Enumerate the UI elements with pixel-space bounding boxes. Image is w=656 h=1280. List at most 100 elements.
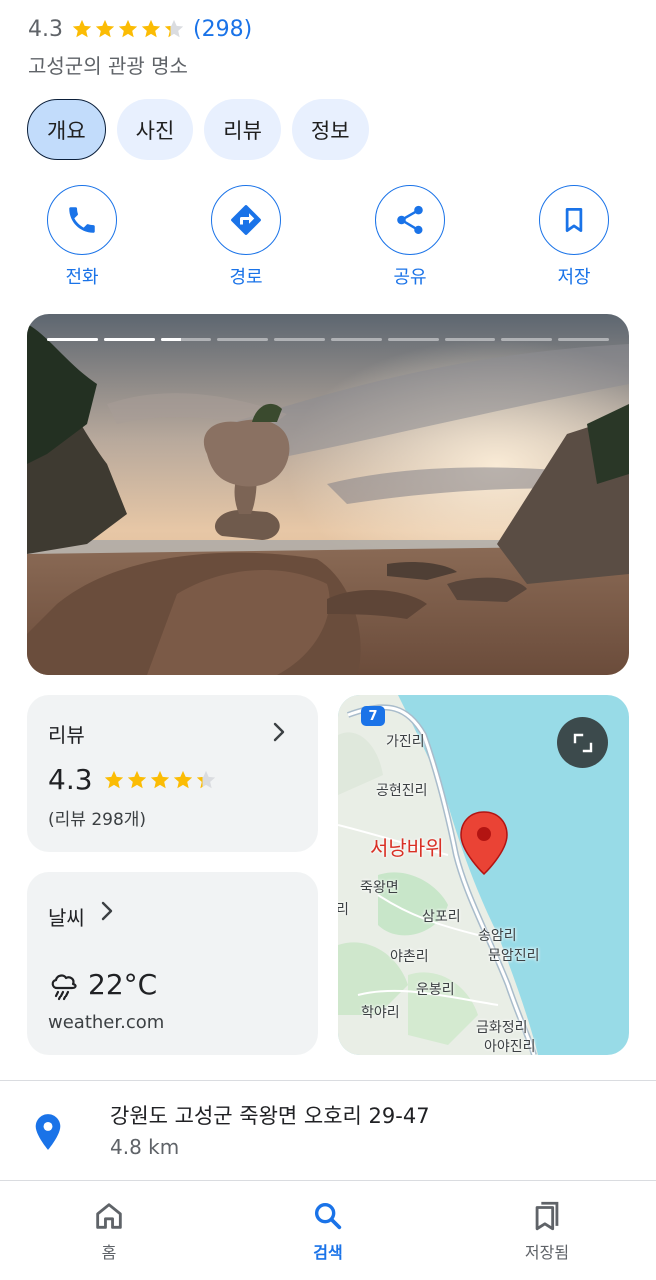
- search-icon: [314, 1202, 342, 1230]
- map-label: 운봉리: [416, 982, 455, 998]
- tab-reviews[interactable]: 리뷰: [204, 99, 281, 160]
- directions-icon: [231, 205, 261, 235]
- saved-icon: [535, 1201, 559, 1231]
- map-label: 송암리: [478, 928, 517, 944]
- weather-temp-row: 22°C: [48, 968, 157, 1001]
- place-review-count[interactable]: (298): [193, 17, 252, 42]
- address-text: 강원도 고성군 죽왕면 오호리 29-47: [110, 1104, 430, 1128]
- save-button-label: 저장: [557, 267, 591, 288]
- nav-search[interactable]: 검색: [268, 1199, 388, 1263]
- map-label: 리: [338, 902, 349, 918]
- photo-progress-segment: [387, 338, 439, 341]
- star-icon: [150, 770, 169, 788]
- map-label: 아야진리: [484, 1039, 536, 1055]
- star-icon: [196, 770, 215, 788]
- place-photo-carousel[interactable]: [27, 314, 629, 675]
- rain-cloud-icon: [51, 973, 77, 1000]
- share-button-label: 공유: [393, 267, 427, 288]
- map-label: 가진리: [386, 734, 425, 750]
- photo-progress-segment: [103, 338, 155, 341]
- address-row[interactable]: 강원도 고성군 죽왕면 오호리 29-47 4.8 km: [0, 1083, 656, 1179]
- star-icon: [127, 770, 146, 788]
- place-rating-value: 4.3: [28, 16, 63, 42]
- call-button-circle[interactable]: [47, 185, 117, 255]
- map-label: 죽왕면: [360, 880, 399, 896]
- bottom-nav: 홈 검색 저장됨: [0, 1181, 656, 1280]
- tab-overview[interactable]: 개요: [27, 99, 106, 160]
- reviews-card-stars: [103, 769, 217, 791]
- photo-progress-segment: [274, 338, 325, 341]
- map-label: 문암진리: [488, 948, 540, 964]
- address-distance: 4.8 km: [110, 1135, 180, 1159]
- divider: [0, 1080, 656, 1081]
- photo-progress-segment: [330, 338, 382, 341]
- star-icon: [118, 19, 138, 38]
- weather-card[interactable]: 날씨 22°C weather.com: [27, 872, 318, 1055]
- star-icon: [141, 19, 161, 38]
- nav-saved-label: 저장됨: [524, 1243, 570, 1262]
- place-category: 고성군의 관광 명소: [28, 54, 188, 78]
- reviews-card-rating: 4.3: [48, 763, 93, 796]
- map-label: 금화정리: [476, 1020, 528, 1036]
- place-rating-row[interactable]: 4.3 (298): [28, 14, 252, 44]
- share-button-circle[interactable]: [375, 185, 445, 255]
- photo-progress: [47, 338, 609, 341]
- nav-home-label: 홈: [101, 1243, 117, 1262]
- photo-progress-segment: [47, 338, 98, 341]
- nav-search-label: 검색: [313, 1243, 343, 1262]
- map-label: 학야리: [361, 1005, 400, 1021]
- share-button[interactable]: 공유: [355, 185, 465, 289]
- tab-bar: 개요 사진 리뷰 정보: [27, 99, 369, 160]
- map-label: 삼포리: [422, 909, 461, 925]
- photo-progress-segment: [160, 338, 212, 341]
- call-button-label: 전화: [65, 267, 99, 288]
- route-badge: 7: [361, 706, 385, 726]
- expand-icon: [573, 733, 592, 752]
- map-place-name: 서낭바위: [370, 836, 444, 860]
- location-pin-icon: [35, 1114, 61, 1150]
- chevron-right-icon: [273, 722, 285, 742]
- photo-progress-fill: [103, 338, 155, 341]
- directions-button[interactable]: 경로: [191, 185, 301, 289]
- share-icon: [397, 205, 423, 235]
- star-icon: [95, 19, 115, 38]
- reviews-card-count: (리뷰 298개): [48, 810, 147, 830]
- star-icon: [173, 770, 192, 788]
- save-button-circle[interactable]: [539, 185, 609, 255]
- save-button[interactable]: 저장: [519, 185, 629, 289]
- phone-icon: [69, 207, 95, 233]
- star-icon: [72, 19, 92, 38]
- star-icon: [104, 770, 123, 788]
- place-photo: [27, 314, 629, 675]
- bookmark-icon: [565, 208, 583, 232]
- photo-progress-segment: [558, 338, 609, 341]
- directions-button-circle[interactable]: [211, 185, 281, 255]
- reviews-card-rating-row: 4.3: [48, 763, 217, 796]
- photo-progress-fill: [47, 338, 98, 341]
- directions-button-label: 경로: [229, 267, 263, 288]
- photo-progress-fill: [160, 338, 181, 341]
- map-expand-button[interactable]: [557, 717, 608, 768]
- reviews-card[interactable]: 리뷰 4.3 (리뷰 298개): [27, 695, 318, 852]
- call-button[interactable]: 전화: [27, 185, 137, 289]
- map-pin-icon: [460, 811, 508, 876]
- photo-progress-segment: [444, 338, 496, 341]
- home-icon: [96, 1203, 122, 1229]
- reviews-card-title: 리뷰: [48, 723, 85, 747]
- map-label: 야촌리: [390, 949, 429, 965]
- map-preview[interactable]: 7 가진리 공현진리 서낭바위 죽왕면 삼포리 송암리 문암진리 야촌리 운봉리…: [338, 695, 629, 1055]
- map-label: 공현진리: [376, 783, 428, 799]
- nav-saved[interactable]: 저장됨: [487, 1199, 607, 1263]
- nav-home[interactable]: 홈: [49, 1199, 169, 1263]
- photo-progress-segment: [501, 338, 553, 341]
- tab-photos[interactable]: 사진: [116, 99, 194, 160]
- weather-temperature: 22°C: [88, 968, 158, 1001]
- place-rating-stars: [71, 18, 185, 40]
- tab-info[interactable]: 정보: [291, 99, 369, 160]
- photo-progress-segment: [217, 338, 269, 341]
- weather-source: weather.com: [48, 1012, 165, 1033]
- action-bar: 전화 경로 공유 저장: [0, 185, 656, 290]
- chevron-right-icon: [101, 901, 113, 921]
- star-icon: [164, 19, 184, 38]
- weather-card-title: 날씨: [48, 906, 85, 930]
